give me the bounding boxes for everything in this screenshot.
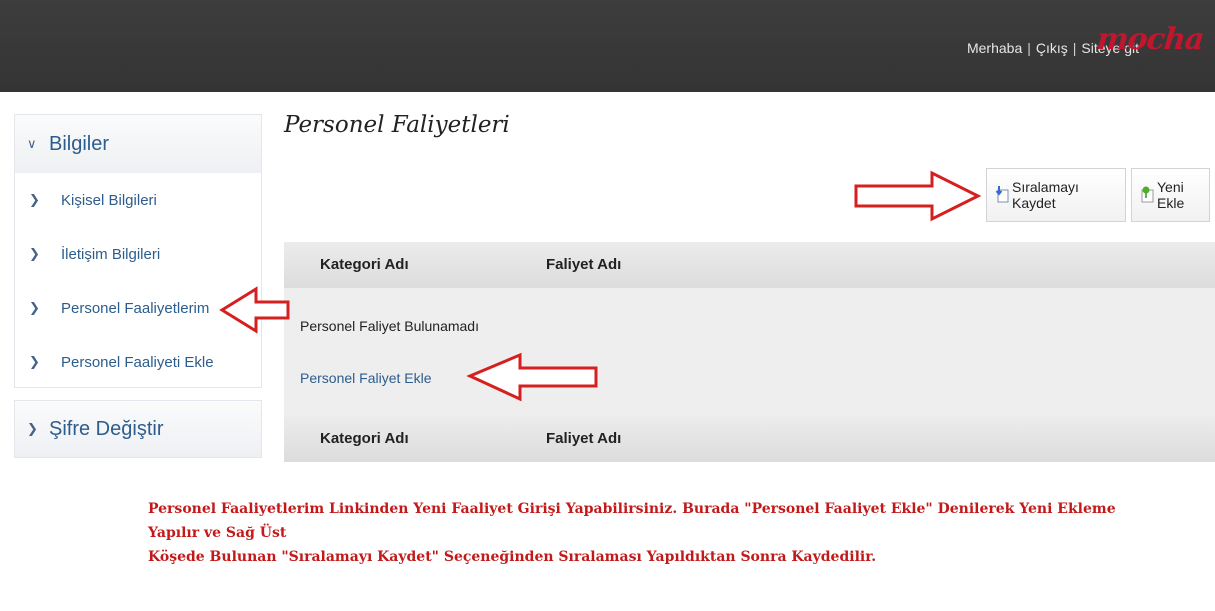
instruction-note: Personel Faaliyetlerim Linkinden Yeni Fa… — [148, 497, 1148, 569]
table-header: Kategori Adı Faliyet Adı — [284, 242, 1215, 288]
sidebar-group-sifre-degistir: ❯ Şifre Değiştir — [14, 400, 262, 458]
empty-message: Personel Faliyet Bulunamadı — [300, 318, 479, 334]
sidebar-group-bilgiler: ∨ Bilgiler ❯ Kişisel Bilgileri ❯ İletişi… — [14, 114, 262, 388]
activities-table: Kategori Adı Faliyet Adı Personel Faliye… — [284, 242, 1215, 462]
add-new-button[interactable]: Yeni Ekle — [1131, 168, 1210, 222]
note-line-1: Personel Faaliyetlerim Linkinden Yeni Fa… — [148, 501, 1116, 541]
column-footer-category: Kategori Adı — [320, 430, 409, 447]
note-line-2: Köşede Bulunan "Sıralamayı Kaydet" Seçen… — [148, 549, 877, 565]
chevron-down-icon: ∨ — [27, 136, 37, 151]
chevron-right-icon: ❯ — [27, 421, 38, 436]
sidebar-item-label: Personel Faaliyetlerim — [61, 299, 210, 317]
sidebar-group-header[interactable]: ❯ Şifre Değiştir — [15, 401, 261, 457]
chevron-right-icon: ❯ — [29, 192, 40, 207]
column-header-category[interactable]: Kategori Adı — [320, 256, 409, 273]
sidebar-group-header[interactable]: ∨ Bilgiler — [15, 115, 261, 173]
table-body: Personel Faliyet Bulunamadı Personel Fal… — [284, 288, 1215, 416]
page-title: Personel Faliyetleri — [284, 112, 510, 138]
column-footer-activity: Faliyet Adı — [546, 430, 622, 447]
sidebar-item-label: Personel Faaliyeti Ekle — [61, 353, 214, 371]
save-order-button[interactable]: Sıralamayı Kaydet — [986, 168, 1126, 222]
greeting-link[interactable]: Merhaba — [967, 40, 1022, 56]
logout-link[interactable]: Çıkış — [1036, 40, 1068, 56]
save-order-label: Sıralamayı Kaydet — [1012, 179, 1079, 211]
column-header-activity[interactable]: Faliyet Adı — [546, 256, 621, 273]
sidebar-item-kisisel-bilgileri[interactable]: ❯ Kişisel Bilgileri — [15, 173, 261, 227]
add-activity-link[interactable]: Personel Faliyet Ekle — [300, 370, 432, 386]
sidebar-item-label: İletişim Bilgileri — [61, 245, 161, 263]
sort-save-icon — [995, 185, 1009, 206]
sidebar-group-title: Bilgiler — [49, 132, 110, 155]
sidebar-item-iletisim-bilgileri[interactable]: ❯ İletişim Bilgileri — [15, 227, 261, 281]
chevron-right-icon: ❯ — [29, 246, 40, 261]
chevron-right-icon: ❯ — [29, 354, 40, 369]
table-footer: Kategori Adı Faliyet Adı — [284, 416, 1215, 462]
add-pin-icon — [1140, 185, 1154, 206]
add-new-label: Yeni Ekle — [1157, 179, 1185, 211]
top-bar: Merhaba | Çıkış | Siteye git mocha — [0, 0, 1215, 92]
separator: | — [1072, 40, 1077, 56]
sidebar-item-personel-faaliyeti-ekle[interactable]: ❯ Personel Faaliyeti Ekle — [15, 335, 261, 389]
sidebar-item-personel-faaliyetlerim[interactable]: ❯ Personel Faaliyetlerim — [15, 281, 261, 335]
sidebar-item-label: Kişisel Bilgileri — [61, 191, 157, 209]
sidebar-group-title: Şifre Değiştir — [49, 417, 164, 440]
chevron-right-icon: ❯ — [29, 300, 40, 315]
separator: | — [1027, 40, 1031, 56]
logo[interactable]: mocha — [1095, 22, 1205, 57]
arrow-right-icon — [854, 170, 982, 222]
